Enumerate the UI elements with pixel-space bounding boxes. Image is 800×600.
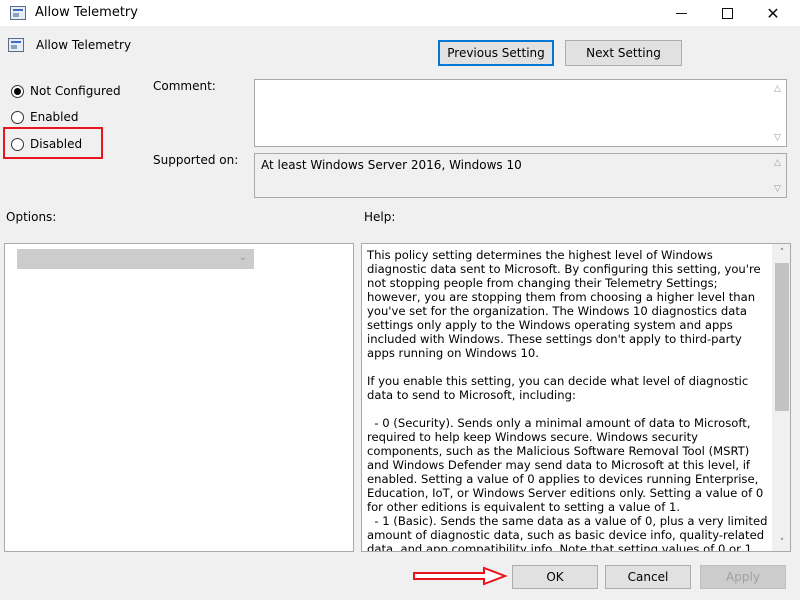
options-panel: ⌄ — [4, 243, 354, 552]
radio-not-configured[interactable]: Not Configured — [11, 83, 121, 99]
options-dropdown[interactable]: ⌄ — [17, 249, 254, 269]
apply-button[interactable]: Apply — [700, 565, 786, 589]
radio-button[interactable] — [11, 110, 24, 124]
comment-scrollbar[interactable]: △ ▽ — [769, 80, 786, 146]
options-label: Options: — [6, 210, 57, 224]
previous-setting-button[interactable]: Previous Setting — [438, 40, 554, 66]
red-arrow-annotation — [413, 566, 508, 586]
help-text: This policy setting determines the highe… — [367, 248, 768, 552]
minimize-button[interactable] — [658, 0, 704, 26]
radio-label: Not Configured — [30, 84, 121, 98]
comment-label: Comment: — [153, 79, 216, 93]
scrollbar-thumb[interactable] — [775, 263, 789, 411]
setting-icon — [8, 38, 24, 52]
scroll-down-icon[interactable]: ▽ — [769, 180, 786, 197]
help-scrollbar[interactable]: ˄ ˅ — [772, 244, 790, 551]
disabled-highlight-box — [3, 127, 103, 159]
policy-icon — [10, 6, 26, 20]
window-title: Allow Telemetry — [35, 5, 138, 20]
supported-on-field: At least Windows Server 2016, Windows 10… — [254, 153, 787, 198]
ok-button[interactable]: OK — [512, 565, 598, 589]
minimize-icon — [675, 12, 687, 14]
supported-scrollbar[interactable]: △ ▽ — [769, 154, 786, 197]
chevron-down-icon: ⌄ — [238, 252, 247, 263]
maximize-icon — [721, 7, 733, 19]
radio-label: Enabled — [30, 110, 79, 124]
scroll-up-icon[interactable]: ˄ — [773, 244, 790, 261]
next-setting-button[interactable]: Next Setting — [565, 40, 682, 66]
close-button[interactable]: ✕ — [750, 0, 796, 26]
scroll-up-icon[interactable]: △ — [769, 154, 786, 171]
radio-enabled[interactable]: Enabled — [11, 109, 79, 125]
cancel-button[interactable]: Cancel — [605, 565, 691, 589]
policy-name: Allow Telemetry — [36, 38, 132, 52]
close-icon: ✕ — [766, 3, 780, 23]
maximize-button[interactable] — [704, 0, 750, 26]
help-panel: This policy setting determines the highe… — [361, 243, 791, 552]
scroll-down-icon[interactable]: ▽ — [769, 129, 786, 146]
radio-button-checked[interactable] — [11, 84, 24, 98]
scroll-up-icon[interactable]: △ — [769, 80, 786, 97]
scroll-down-icon[interactable]: ˅ — [773, 534, 790, 551]
supported-on-value: At least Windows Server 2016, Windows 10 — [261, 158, 522, 172]
comment-field[interactable]: △ ▽ — [254, 79, 787, 147]
supported-on-label: Supported on: — [153, 153, 239, 167]
help-label: Help: — [364, 210, 396, 224]
